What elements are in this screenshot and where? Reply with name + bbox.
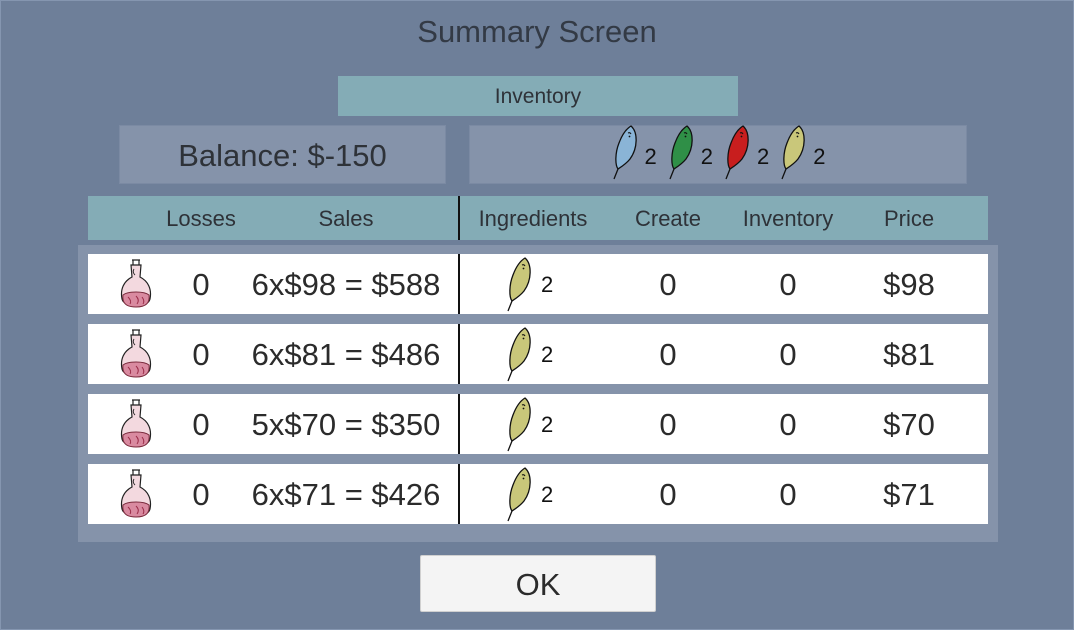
column-header-create: Create [634,206,702,231]
ingredient-quantity: 2 [541,342,554,367]
column-header-sales: Sales [318,206,374,231]
yellow-feather-icon [505,325,535,383]
losses-value: 0 [192,267,210,302]
losses-value: 0 [192,337,210,372]
ok-button[interactable]: OK [420,555,656,612]
create-value: 0 [659,477,677,512]
price-value: $71 [883,477,935,512]
red-feather-icon [723,123,753,186]
inventory-header: Inventory [338,76,738,116]
column-header-losses: Losses [166,206,236,231]
table-row: 0 6x$98 = $588 0 0 $98 2 [88,254,988,314]
ingredient-quantity: 2 [541,272,554,297]
table-row: 0 6x$71 = $426 0 0 $71 2 [88,464,988,524]
feather-inventory-item: 2 [779,123,826,186]
potion-icon [118,257,154,313]
yellow-feather-icon [505,395,535,453]
potion-icon [118,327,154,383]
inventory-value: 0 [779,477,797,512]
create-value: 0 [659,337,677,372]
inventory-value: 0 [779,407,797,442]
feather-inventory-item: 2 [723,123,769,186]
feather-count: 2 [700,143,713,169]
sales-value: 6x$71 = $426 [251,477,441,512]
sales-value: 6x$98 = $588 [251,267,441,302]
yellow-feather-icon [505,465,535,523]
feather-count: 2 [757,143,770,169]
row-divider [458,394,460,454]
potion-icon [118,397,154,453]
row-divider [458,254,460,314]
inventory-value: 0 [779,337,797,372]
table-row: 0 5x$70 = $350 0 0 $70 2 [88,394,988,454]
column-header-inventory: Inventory [742,206,834,231]
feather-inventory-item: 2 [667,123,713,186]
price-value: $70 [883,407,935,442]
screen-title: Summary Screen [417,14,657,49]
green-feather-icon [667,123,697,186]
balance-display: Balance: $-150 [119,125,446,184]
ingredient-quantity: 2 [541,482,554,507]
yellow-feather-icon [505,255,535,313]
price-value: $98 [883,267,935,302]
column-header-price: Price [883,206,935,231]
losses-value: 0 [192,407,210,442]
blue-feather-icon [611,123,641,186]
header-divider [458,196,460,240]
losses-value: 0 [192,477,210,512]
price-value: $81 [883,337,935,372]
feather-inventory-panel: 2 2 2 2 [469,125,967,184]
sales-value: 5x$70 = $350 [251,407,441,442]
feather-inventory-item: 2 [611,123,657,186]
yellow-feather-icon [779,123,809,186]
inventory-value: 0 [779,267,797,302]
table-row: 0 6x$81 = $486 0 0 $81 2 [88,324,988,384]
feather-count: 2 [644,143,657,169]
potion-icon [118,467,154,523]
feather-count: 2 [813,143,826,169]
row-divider [458,324,460,384]
create-value: 0 [659,267,677,302]
sales-value: 6x$81 = $486 [251,337,441,372]
create-value: 0 [659,407,677,442]
row-divider [458,464,460,524]
ingredient-quantity: 2 [541,412,554,437]
table-header: Losses Sales Ingredients Create Inventor… [88,196,988,240]
column-header-ingredients: Ingredients [478,206,588,231]
